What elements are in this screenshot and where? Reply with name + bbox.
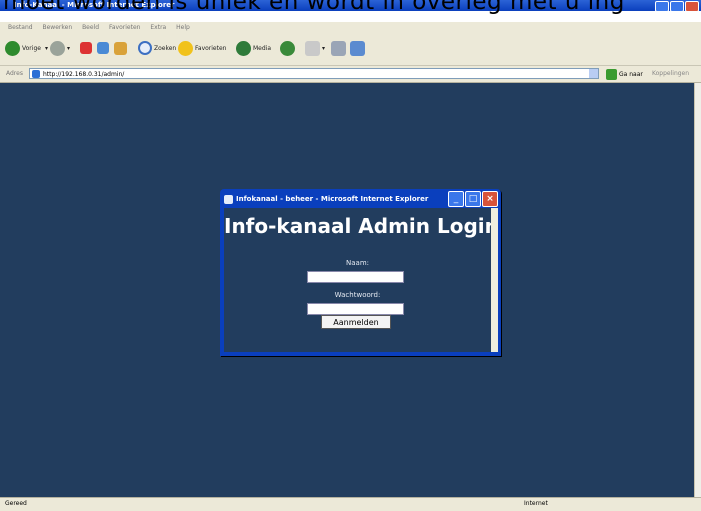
go-arrow-icon <box>606 68 617 80</box>
popup-close-button[interactable]: × <box>482 191 498 207</box>
forward-button[interactable]: ▾ <box>50 39 70 57</box>
menu-help[interactable]: Help <box>176 24 190 31</box>
edit-icon <box>350 40 365 56</box>
status-bar: Gereed Internet <box>0 497 701 511</box>
login-popup-window: Infokanaal - beheer - Microsoft Internet… <box>220 189 501 356</box>
mail-button[interactable]: ▾ <box>305 39 325 57</box>
popup-maximize-button[interactable]: □ <box>465 191 481 207</box>
home-icon <box>114 41 127 55</box>
stop-icon <box>80 42 92 54</box>
refresh-icon <box>97 42 109 54</box>
links-toolbar[interactable]: Koppelingen <box>652 70 689 77</box>
history-button[interactable] <box>280 39 297 57</box>
name-label: Naam: <box>346 259 369 267</box>
forward-arrow-icon <box>50 40 65 56</box>
address-label: Adres <box>6 70 23 77</box>
menu-favorites[interactable]: Favorieten <box>109 24 140 31</box>
stop-button[interactable] <box>80 39 94 57</box>
password-input[interactable] <box>307 303 404 315</box>
login-button[interactable]: Aanmelden <box>321 315 391 329</box>
name-input[interactable] <box>307 271 404 283</box>
popup-body: Info-kanaal Admin Login Naam: Wachtwoord… <box>224 208 499 352</box>
menu-file[interactable]: Bestand <box>8 24 33 31</box>
print-button[interactable] <box>331 39 348 57</box>
page-scrollbar[interactable] <box>694 83 701 497</box>
popup-minimize-button[interactable]: _ <box>448 191 464 207</box>
toolbar: Vorige ▾ ▾ Zoeken Favorieten Media ▾ <box>0 33 701 66</box>
address-dropdown-icon[interactable] <box>589 69 598 78</box>
edit-button[interactable] <box>350 39 367 57</box>
history-icon <box>280 40 295 56</box>
menu-edit[interactable]: Bewerken <box>43 24 73 31</box>
address-input[interactable]: http://192.168.0.31/admin/ <box>29 68 599 79</box>
popup-scrollbar[interactable] <box>491 208 498 352</box>
search-icon <box>138 41 152 55</box>
password-label: Wachtwoord: <box>334 291 381 299</box>
mail-icon <box>305 40 320 56</box>
print-icon <box>331 40 346 56</box>
menu-tools[interactable]: Extra <box>150 24 166 31</box>
favorites-button[interactable]: Favorieten <box>178 39 226 57</box>
status-text: Gereed <box>5 500 27 507</box>
zone-indicator: Internet <box>524 500 548 507</box>
overlay-caption: moet worden is uniek en wordt in overleg… <box>3 0 625 15</box>
go-button[interactable]: Ga naar <box>606 68 643 80</box>
star-icon <box>178 40 193 56</box>
menu-bar: Bestand Bewerken Beeld Favorieten Extra … <box>0 22 701 33</box>
media-icon <box>236 40 251 56</box>
address-bar: Adres http://192.168.0.31/admin/ Ga naar… <box>0 66 701 83</box>
refresh-button[interactable] <box>97 39 111 57</box>
back-button[interactable]: Vorige ▾ <box>5 39 48 57</box>
media-button[interactable]: Media <box>236 39 271 57</box>
menu-view[interactable]: Beeld <box>82 24 99 31</box>
login-heading: Info-kanaal Admin Login <box>224 214 499 238</box>
back-arrow-icon <box>5 40 20 56</box>
home-button[interactable] <box>114 39 129 57</box>
search-button[interactable]: Zoeken <box>138 39 176 57</box>
